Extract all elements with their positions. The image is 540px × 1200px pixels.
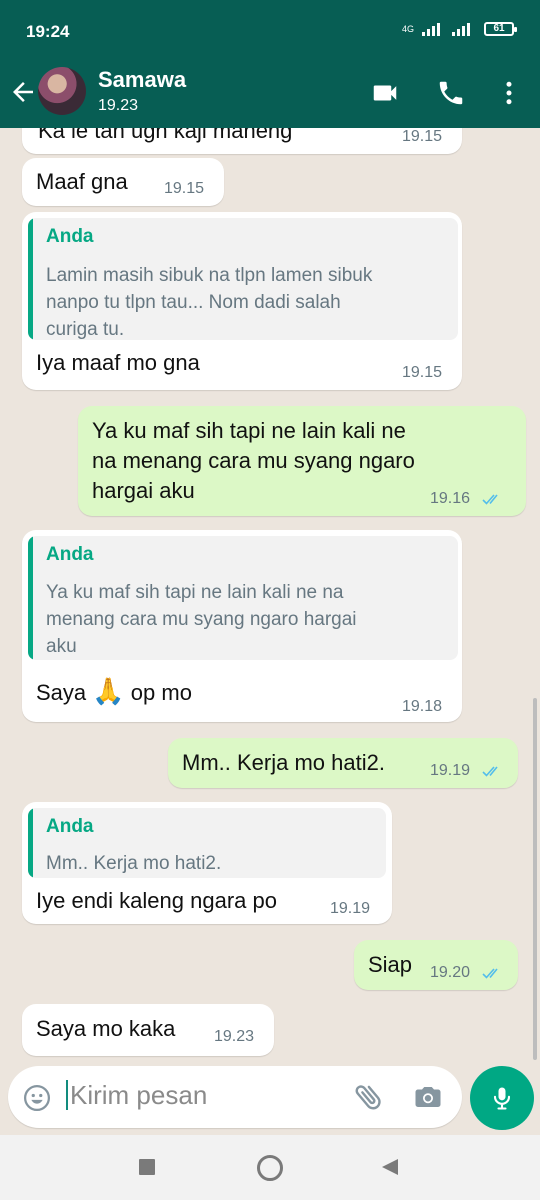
message-text: hargai aku — [92, 478, 195, 503]
message-time: 19.20 — [430, 964, 471, 981]
quote-line: Mm.. Kerja mo hati2. — [46, 853, 222, 874]
message-incoming-reply[interactable]: Anda Lamin masih sibuk na tlpn lamen sib… — [22, 212, 462, 390]
message-text: Mm.. Kerja mo hati2. — [182, 750, 385, 775]
quote-author: Anda — [46, 816, 94, 837]
double-check-icon — [482, 494, 498, 505]
more-vert-icon[interactable] — [494, 78, 524, 108]
message-time: 19.19 — [430, 762, 471, 779]
square-icon[interactable] — [139, 1159, 155, 1175]
status-icons: 4G 61 — [401, 22, 517, 36]
message-time: 19.19 — [330, 900, 371, 917]
double-check-icon — [482, 766, 498, 777]
message-text: Siap — [368, 952, 413, 977]
message-incoming-reply[interactable]: Anda Ya ku maf sih tapi ne lain kali ne … — [22, 530, 462, 722]
message-composer[interactable]: Kirim pesan — [8, 1066, 462, 1128]
chat-area[interactable]: Ka le tah ugh kaji maneng 19.15 Maaf gna… — [0, 128, 540, 1060]
scrollbar[interactable] — [533, 698, 537, 1060]
quoted-message[interactable]: Anda Mm.. Kerja mo hati2. — [28, 808, 386, 878]
message-text: Iya maaf mo gna — [36, 350, 200, 375]
message-incoming[interactable]: Ka le tah ugh kaji maneng 19.15 — [22, 128, 462, 154]
microphone-icon — [493, 1087, 511, 1110]
message-time: 19.15 — [164, 180, 205, 197]
quote-bar — [28, 808, 33, 878]
quoted-message[interactable]: Anda Lamin masih sibuk na tlpn lamen sib… — [28, 218, 458, 340]
message-text: Ka le tah ugh kaji maneng — [38, 128, 293, 143]
message-time: 19.15 — [402, 128, 443, 145]
quoted-message[interactable]: Anda Ya ku maf sih tapi ne lain kali ne … — [28, 536, 458, 660]
message-text: Ya ku maf sih tapi ne lain kali ne — [92, 418, 406, 443]
network-type: 4G — [401, 23, 414, 34]
signal-icon-2 — [452, 22, 470, 36]
quote-line: Lamin masih sibuk na tlpn lamen sibuk — [46, 265, 373, 286]
contact-name[interactable]: Samawa — [98, 67, 186, 93]
quote-line: nanpo tu tlpn tau... Nom dadi salah — [46, 292, 341, 313]
message-outgoing[interactable]: Ya ku maf sih tapi ne lain kali ne na me… — [78, 406, 526, 516]
message-time: 19.23 — [214, 1028, 255, 1045]
message-time: 19.16 — [430, 490, 471, 507]
quote-line: menang cara mu syang ngaro hargai — [46, 609, 357, 630]
message-time: 19.15 — [402, 364, 443, 381]
signal-icon — [422, 22, 440, 36]
arrow-left-icon[interactable] — [8, 77, 38, 107]
quote-bar — [28, 536, 33, 660]
quote-line: Ya ku maf sih tapi ne lain kali ne na — [46, 582, 344, 603]
message-outgoing[interactable]: Mm.. Kerja mo hati2. 19.19 — [168, 738, 518, 788]
message-text: Saya 🙏 op mo — [36, 676, 192, 708]
video-call-icon[interactable] — [370, 78, 400, 108]
camera-icon[interactable] — [412, 1082, 444, 1112]
message-text-before: Saya — [36, 680, 87, 705]
phone-icon[interactable] — [436, 78, 466, 108]
circle-icon[interactable] — [257, 1155, 283, 1181]
message-incoming[interactable]: Maaf gna 19.15 — [22, 158, 224, 206]
quote-bar — [28, 218, 33, 340]
quote-author: Anda — [46, 544, 94, 565]
emoji-icon[interactable] — [22, 1083, 52, 1113]
message-text: Saya mo kaka — [36, 1016, 176, 1041]
battery-icon: 61 — [484, 22, 517, 36]
avatar[interactable] — [38, 67, 86, 115]
quote-author: Anda — [46, 226, 94, 247]
message-text-after: op mo — [130, 680, 192, 705]
system-navigation-bar — [0, 1135, 540, 1200]
message-text: Maaf gna — [36, 169, 128, 194]
status-time: 19:24 — [26, 22, 70, 41]
microphone-button[interactable] — [470, 1066, 534, 1130]
double-check-icon — [482, 968, 498, 979]
chat-header: Samawa 19.23 — [0, 64, 540, 128]
quote-line: curiga tu. — [46, 319, 125, 340]
praying-hands-emoji: 🙏 — [92, 676, 125, 706]
status-bar: 19:24 4G 61 — [0, 0, 540, 64]
message-outgoing[interactable]: Siap 19.20 — [354, 940, 518, 990]
last-seen: 19.23 — [98, 97, 139, 114]
message-text: Iye endi kaleng ngara po — [36, 888, 277, 913]
message-text: na menang cara mu syang ngaro — [92, 448, 415, 473]
quote-line: aku — [46, 636, 77, 657]
message-incoming-reply[interactable]: Anda Mm.. Kerja mo hati2. Iye endi kalen… — [22, 802, 392, 924]
message-input[interactable]: Kirim pesan — [66, 1080, 207, 1110]
triangle-back-icon[interactable] — [380, 1157, 400, 1177]
message-incoming[interactable]: Saya mo kaka 19.23 — [22, 1004, 274, 1056]
paperclip-icon[interactable] — [352, 1080, 386, 1114]
message-time: 19.18 — [402, 698, 443, 715]
